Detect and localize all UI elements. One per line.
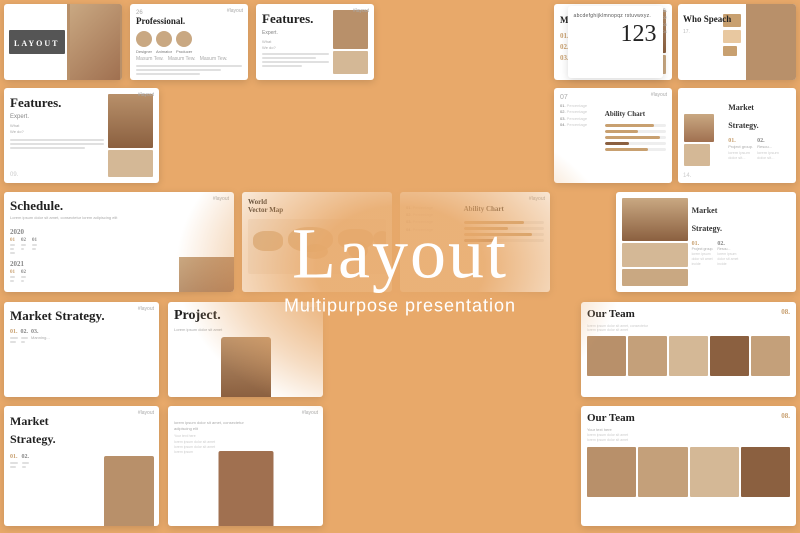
slide-title: Professional. (136, 16, 242, 27)
slide-professional: #layout 26 Professional. Designer Animat… (130, 4, 248, 80)
slide-ability-chart-upper: #layout 07 01. Percentage 02. Percentage… (554, 88, 672, 183)
slide-project: #layout Project. Lorem ipsum dolor sit a… (168, 302, 323, 397)
slide-who-speach: Who Speach 17. (678, 4, 796, 80)
layout-title: LAYOUT (14, 39, 60, 48)
slide-our-team-bottom: Our Team 08. Your text here lorem ipsum … (581, 406, 796, 526)
slide-market-strategy-tall: #layout MarketStrategy. 01. 02. (4, 406, 159, 526)
slide-lorem-person: #layout lorem ipsum dolor sit amet, cons… (168, 406, 323, 526)
slide-ability-chart-mid: #layout 01. Percentage 02. Percentage 03… (400, 192, 550, 292)
slide-schedule: #layout Schedule. Lorem ipsum dolor sit … (4, 192, 234, 292)
slides-grid: LAYOUT #layout 26 Professional. Designer… (0, 0, 800, 533)
slide-our-team-top: Our Team 08. lorem ipsum dolor sit amet,… (581, 302, 796, 397)
slide-features-top: #layout Features. Expert. WhatWe do? (256, 4, 374, 80)
slide-tag: #layout (227, 8, 243, 14)
slide-layout: LAYOUT (4, 4, 122, 80)
slide-market-strategy-right: MarketStrategy. 01. Project group.lorem … (616, 192, 796, 292)
slide-features-left: #layout Features. Expert. WhatWe do? (4, 88, 159, 183)
slide-market-strategy-upper: MarketStrategy. 01. Project group.lorem … (678, 88, 796, 183)
slide-market-strategy-bottom: #layout Market Strategy. 01. 02. 03. Man… (4, 302, 159, 397)
slide-world-map: WorldVector Map (242, 192, 392, 292)
